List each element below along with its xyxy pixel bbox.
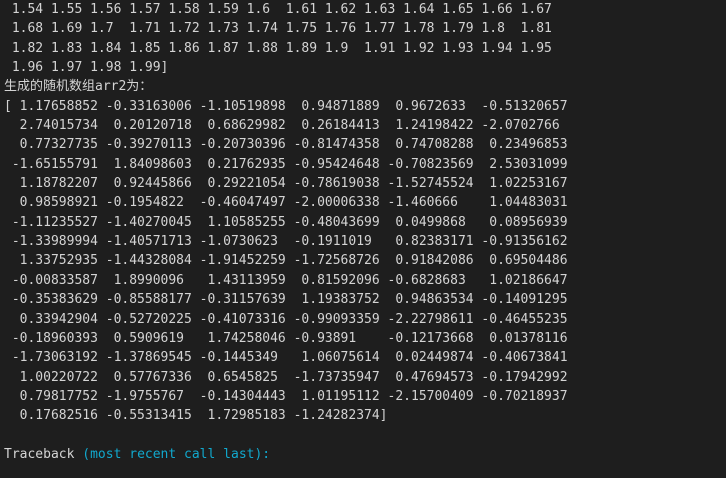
array-row: 1.00220722 0.57767336 0.6545825 -1.73735… [4,369,568,385]
array-row: 0.77327735 -0.39270113 -0.20730396 -0.81… [4,137,568,153]
array-label-line: 生成的随机数组arr2为： [4,79,153,95]
array-row: 2.74015734 0.20120718 0.68629982 0.26184… [4,118,560,134]
array-row: -1.11235527 -1.40270045 1.10585255 -0.48… [4,214,568,230]
array-row: [ 1.17658852 -0.33163006 -1.10519898 0.9… [4,98,568,114]
array-row: 1.18782207 0.92445866 0.29221054 -0.7861… [4,176,568,192]
array-row: -0.35383629 -0.85588177 -0.31157639 1.19… [4,292,568,308]
array-row: -0.00833587 1.8990096 1.43113959 0.81592… [4,272,568,288]
output-line: 1.68 1.69 1.7 1.71 1.72 1.73 1.74 1.75 1… [4,21,552,37]
array-row: 0.17682516 -0.55313415 1.72985183 -1.242… [4,408,388,424]
array-row: 0.79817752 -1.9755767 -0.14304443 1.0119… [4,388,568,404]
array-row: 0.33942904 -0.52720225 -0.41073316 -0.99… [4,311,568,327]
traceback-line: Traceback (most recent call last): [4,445,726,464]
traceback-highlight: (most recent call last): [82,446,271,462]
array-row: -1.33989994 -1.40571713 -1.0730623 -0.19… [4,234,568,250]
array-row: -1.73063192 -1.37869545 -0.1445349 1.060… [4,350,568,366]
output-line: 1.96 1.97 1.98 1.99] [4,60,169,76]
traceback-label: Traceback [4,446,83,462]
array-row: 0.98598921 -0.1954822 -0.46047497 -2.000… [4,195,568,211]
array-row: 1.33752935 -1.44328084 -1.91452259 -1.72… [4,253,568,269]
output-line: 1.54 1.55 1.56 1.57 1.58 1.59 1.6 1.61 1… [4,2,552,17]
output-line: 1.82 1.83 1.84 1.85 1.86 1.87 1.88 1.89 … [4,40,552,56]
array-row: -0.18960393 0.5909619 1.74258046 -0.9389… [4,330,568,346]
terminal-output[interactable]: 1.54 1.55 1.56 1.57 1.58 1.59 1.6 1.61 1… [0,0,726,478]
array-row: -1.65155791 1.84098603 0.21762935 -0.954… [4,156,568,172]
array-row [4,426,726,445]
